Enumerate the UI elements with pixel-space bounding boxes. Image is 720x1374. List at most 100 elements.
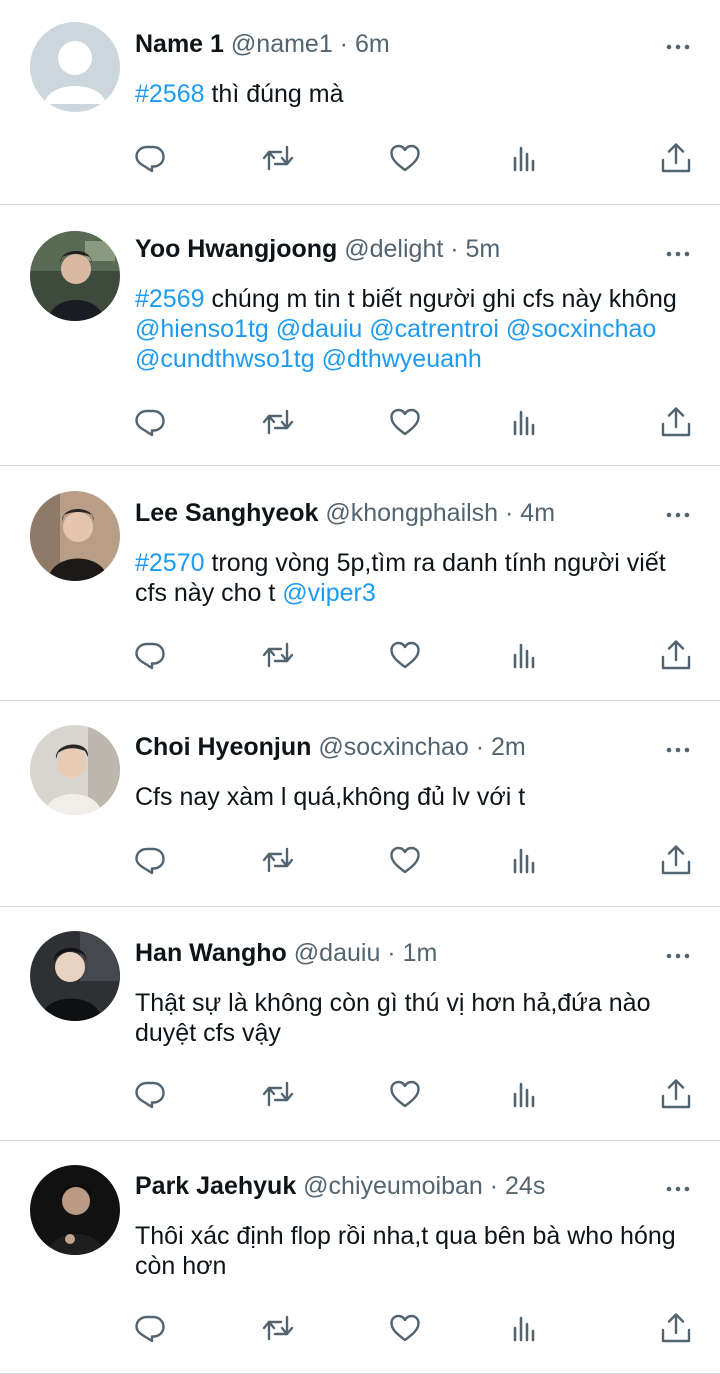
views-icon[interactable] <box>508 405 542 439</box>
timestamp[interactable]: 1m <box>403 939 438 967</box>
tweet-text: Thật sự là không còn gì thú vị hơn hả,đứ… <box>135 988 700 1048</box>
retweet-icon[interactable] <box>261 638 295 672</box>
username[interactable]: @khongphailsh <box>325 499 498 527</box>
more-dots-icon[interactable] <box>666 39 690 50</box>
reply-icon[interactable] <box>133 1311 167 1345</box>
display-name[interactable]: Name 1 <box>135 30 224 58</box>
reply-icon[interactable] <box>133 405 167 439</box>
timestamp[interactable]: 5m <box>466 235 501 263</box>
text-span: thì đúng mà <box>204 80 344 108</box>
username[interactable]: @name1 <box>231 30 333 58</box>
timestamp[interactable]: 24s <box>505 1172 545 1200</box>
mention-link[interactable]: @socxinchao <box>506 315 656 343</box>
tweet[interactable]: Yoo Hwangjoong @delight · 5m #2569 chúng… <box>0 205 720 466</box>
retweet-icon[interactable] <box>261 1311 295 1345</box>
tweet-header: Yoo Hwangjoong @delight · 5m <box>135 234 700 264</box>
retweet-icon[interactable] <box>261 843 295 877</box>
heart-icon[interactable] <box>388 141 422 175</box>
reply-icon[interactable] <box>133 843 167 877</box>
username[interactable]: @delight <box>344 235 443 263</box>
separator: · <box>468 733 492 761</box>
display-name[interactable]: Yoo Hwangjoong <box>135 235 337 263</box>
heart-icon[interactable] <box>388 1077 422 1111</box>
action-bar <box>133 843 693 877</box>
views-icon[interactable] <box>508 843 542 877</box>
more-dots-icon[interactable] <box>666 1181 690 1192</box>
more-dots-icon[interactable] <box>666 948 690 959</box>
mention-link[interactable]: @catrentroi <box>369 315 499 343</box>
tweet[interactable]: Choi Hyeonjun @socxinchao · 2m Cfs nay x… <box>0 701 720 907</box>
tweet-text: #2570 trong vòng 5p,tìm ra danh tính ngư… <box>135 548 700 608</box>
avatar[interactable] <box>30 1165 120 1255</box>
mention-link[interactable]: @hienso1tg <box>135 315 269 343</box>
timestamp[interactable]: 6m <box>355 30 390 58</box>
heart-icon[interactable] <box>388 1311 422 1345</box>
more-dots-icon[interactable] <box>666 507 690 518</box>
mention-link[interactable]: @dthwyeuanh <box>322 345 482 373</box>
heart-icon[interactable] <box>388 638 422 672</box>
tweet-header: Park Jaehyuk @chiyeumoiban · 24s <box>135 1171 700 1201</box>
views-icon[interactable] <box>508 141 542 175</box>
tweet[interactable]: Park Jaehyuk @chiyeumoiban · 24s Thôi xá… <box>0 1141 720 1374</box>
views-icon[interactable] <box>508 1311 542 1345</box>
text-span <box>499 315 506 343</box>
separator: · <box>498 499 521 527</box>
text-span: Thật sự là không còn gì thú vị hơn hả,đứ… <box>135 989 651 1047</box>
tweet-header: Name 1 @name1 · 6m <box>135 29 700 59</box>
tweet-text: Cfs nay xàm l quá,không đủ lv với t <box>135 782 700 812</box>
retweet-icon[interactable] <box>261 1077 295 1111</box>
action-bar <box>133 1311 693 1345</box>
username[interactable]: @dauiu <box>294 939 381 967</box>
username[interactable]: @chiyeumoiban <box>303 1172 483 1200</box>
hashtag-link[interactable]: #2568 <box>135 80 205 108</box>
retweet-icon[interactable] <box>261 405 295 439</box>
mention-link[interactable]: @viper3 <box>282 579 375 607</box>
tweet[interactable]: Name 1 @name1 · 6m #2568 thì đúng mà <box>0 0 720 205</box>
avatar[interactable] <box>30 931 120 1021</box>
action-bar <box>133 141 693 175</box>
share-icon[interactable] <box>659 141 693 175</box>
views-icon[interactable] <box>508 638 542 672</box>
share-icon[interactable] <box>659 405 693 439</box>
avatar[interactable] <box>30 725 120 815</box>
share-icon[interactable] <box>659 843 693 877</box>
text-span <box>269 315 276 343</box>
retweet-icon[interactable] <box>261 141 295 175</box>
hashtag-link[interactable]: #2570 <box>135 549 205 577</box>
mention-link[interactable]: @cundthwso1tg <box>135 345 315 373</box>
separator: · <box>482 1172 506 1200</box>
tweet-text: Thôi xác định flop rồi nha,t qua bên bà … <box>135 1221 700 1281</box>
share-icon[interactable] <box>659 638 693 672</box>
reply-icon[interactable] <box>133 638 167 672</box>
heart-icon[interactable] <box>388 843 422 877</box>
display-name[interactable]: Han Wangho <box>135 939 287 967</box>
display-name[interactable]: Park Jaehyuk <box>135 1172 296 1200</box>
hashtag-link[interactable]: #2569 <box>135 285 205 313</box>
display-name[interactable]: Choi Hyeonjun <box>135 733 311 761</box>
tweet[interactable]: Han Wangho @dauiu · 1m Thật sự là không … <box>0 907 720 1141</box>
display-name[interactable]: Lee Sanghyeok <box>135 499 318 527</box>
share-icon[interactable] <box>659 1311 693 1345</box>
avatar[interactable] <box>30 491 120 581</box>
separator: · <box>443 235 466 263</box>
more-dots-icon[interactable] <box>666 742 690 753</box>
text-span: chúng m tin t biết người ghi cfs này khô… <box>204 285 677 313</box>
avatar[interactable] <box>30 231 120 321</box>
reply-icon[interactable] <box>133 1077 167 1111</box>
views-icon[interactable] <box>508 1077 542 1111</box>
timestamp[interactable]: 4m <box>520 499 555 527</box>
tweet-header: Han Wangho @dauiu · 1m <box>135 938 700 968</box>
avatar[interactable] <box>30 22 120 112</box>
action-bar <box>133 1077 693 1111</box>
tweet-text: #2568 thì đúng mà <box>135 79 700 109</box>
mention-link[interactable]: @dauiu <box>276 315 363 343</box>
tweet-header: Choi Hyeonjun @socxinchao · 2m <box>135 732 700 762</box>
reply-icon[interactable] <box>133 141 167 175</box>
tweet[interactable]: Lee Sanghyeok @khongphailsh · 4m #2570 t… <box>0 466 720 701</box>
more-dots-icon[interactable] <box>666 246 690 257</box>
heart-icon[interactable] <box>388 405 422 439</box>
timestamp[interactable]: 2m <box>491 733 526 761</box>
username[interactable]: @socxinchao <box>318 733 468 761</box>
share-icon[interactable] <box>659 1077 693 1111</box>
text-span <box>315 345 322 373</box>
